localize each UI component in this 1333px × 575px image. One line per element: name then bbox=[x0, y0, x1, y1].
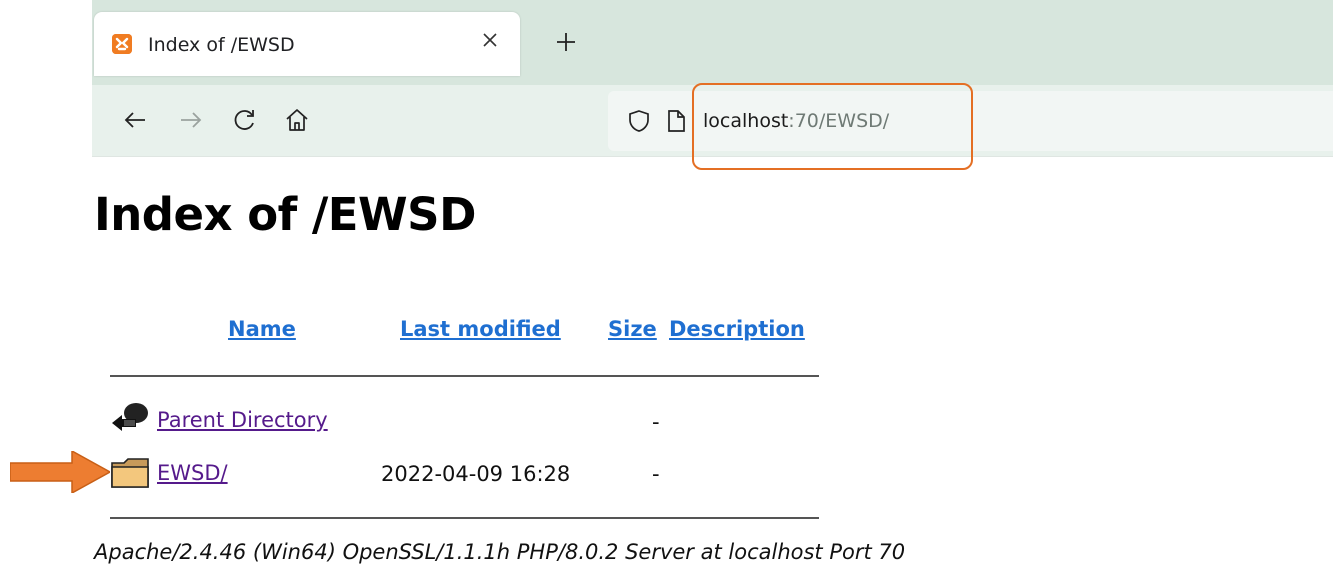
forward-arrow-icon[interactable] bbox=[178, 107, 204, 133]
row-size: - bbox=[652, 462, 660, 486]
column-header-size[interactable]: Size bbox=[608, 317, 657, 341]
folder-link-ewsd[interactable]: EWSD/ bbox=[157, 461, 228, 485]
page-title: Index of /EWSD bbox=[94, 188, 476, 241]
row-last-modified: 2022-04-09 16:28 bbox=[381, 462, 571, 486]
divider bbox=[110, 517, 819, 519]
parent-directory-link[interactable]: Parent Directory bbox=[157, 408, 328, 432]
shield-icon[interactable] bbox=[628, 109, 650, 133]
tab-title: Index of /EWSD bbox=[148, 34, 295, 56]
browser-tab[interactable]: Index of /EWSD bbox=[94, 12, 520, 76]
row-size: - bbox=[652, 410, 660, 434]
column-header-description[interactable]: Description bbox=[669, 317, 805, 341]
close-icon[interactable] bbox=[480, 30, 500, 50]
page-icon[interactable] bbox=[666, 109, 686, 133]
folder-icon bbox=[111, 458, 149, 488]
url-highlight-annotation bbox=[692, 83, 973, 170]
back-arrow-icon[interactable] bbox=[122, 107, 148, 133]
column-header-last-modified[interactable]: Last modified bbox=[400, 317, 561, 341]
tab-strip: Index of /EWSD bbox=[92, 0, 1333, 85]
column-header-name[interactable]: Name bbox=[228, 317, 296, 341]
server-signature: Apache/2.4.46 (Win64) OpenSSL/1.1.1h PHP… bbox=[94, 540, 906, 564]
xampp-favicon-icon bbox=[112, 34, 132, 54]
parent-directory-icon bbox=[112, 403, 148, 431]
reload-icon[interactable] bbox=[232, 107, 258, 133]
pointer-arrow-annotation bbox=[10, 451, 110, 493]
home-icon[interactable] bbox=[284, 107, 310, 133]
plus-icon[interactable] bbox=[554, 30, 578, 54]
divider bbox=[110, 375, 819, 377]
